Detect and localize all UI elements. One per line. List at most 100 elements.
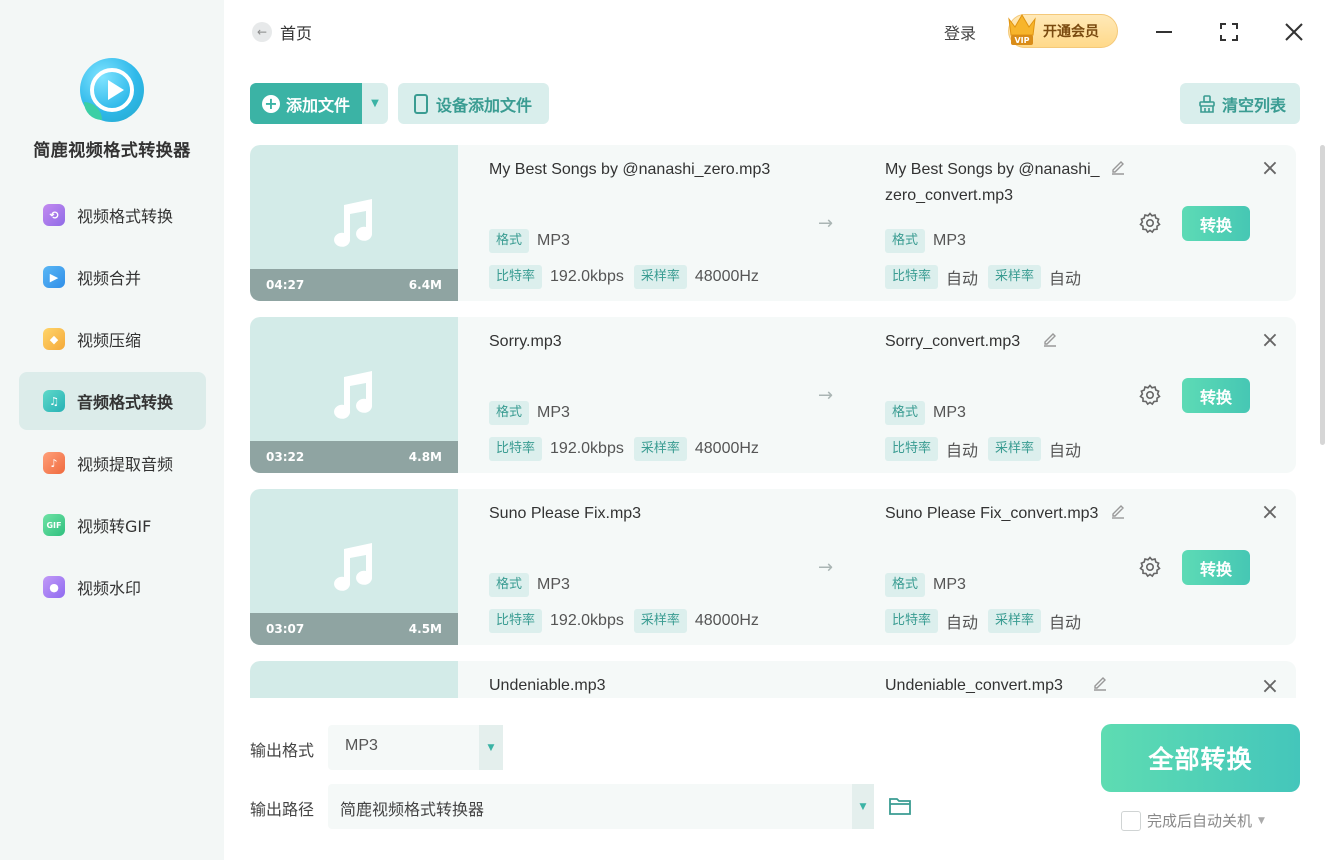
auto-shutdown-checkbox[interactable] [1121, 810, 1141, 831]
bitrate-tag: 比特率 [885, 265, 939, 289]
clear-list-label: 清空列表 [1222, 95, 1287, 115]
edit-pencil-icon[interactable] [1092, 675, 1108, 691]
source-file-name: Sorry.mp3 [489, 333, 562, 350]
video-compress-icon: ◆ [43, 328, 65, 350]
chevron-down-icon[interactable]: ▼ [1258, 816, 1265, 826]
sidebar-item-video-convert[interactable]: ⟲ 视频格式转换 [19, 186, 206, 244]
output-bitrate: 自动 [946, 443, 979, 460]
output-format-label: 输出格式 [250, 741, 315, 760]
sidebar-item-video-gif[interactable]: GIF 视频转GIF [19, 496, 206, 554]
sidebar-item-extract-audio[interactable]: ♪ 视频提取音频 [19, 434, 206, 492]
bitrate-tag: 比特率 [489, 437, 543, 461]
sidebar-item-video-merge[interactable]: ▶ 视频合并 [19, 248, 206, 306]
edit-pencil-icon[interactable] [1110, 503, 1126, 519]
source-samplerate: 48000Hz [694, 440, 759, 457]
samplerate-tag: 采样率 [988, 265, 1042, 289]
samplerate-tag: 采样率 [633, 437, 687, 461]
audio-thumbnail: 03:07 4.5M [250, 489, 458, 645]
source-samplerate: 48000Hz [694, 612, 759, 629]
source-bitrate: 192.0kbps [550, 612, 624, 629]
device-add-file-button[interactable]: 设备添加文件 [398, 83, 549, 124]
sidebar-item-label: 视频压缩 [77, 331, 142, 350]
convert-all-button[interactable]: 全部转换 [1101, 724, 1300, 792]
output-audio-row: 比特率 自动 采样率 自动 [885, 437, 1091, 461]
login-link[interactable]: 登录 [944, 20, 976, 44]
maximize-button[interactable] [1215, 18, 1243, 46]
output-samplerate: 自动 [1049, 271, 1082, 288]
watermark-icon: ● [43, 576, 65, 598]
folder-icon[interactable] [888, 795, 912, 817]
output-file-name[interactable]: Suno Please Fix_convert.mp3 [885, 501, 1107, 527]
output-format-select[interactable]: MP3 ▼ [328, 725, 503, 770]
settings-gear-icon[interactable] [1138, 383, 1162, 407]
output-format: MP3 [933, 404, 966, 421]
sidebar-item-audio-convert[interactable]: ♫ 音频格式转换 [19, 372, 206, 430]
minimize-button[interactable] [1150, 18, 1178, 46]
back-home-link[interactable]: ← 首页 [252, 20, 312, 44]
convert-button[interactable]: 转换 [1182, 206, 1250, 241]
back-label: 首页 [280, 24, 313, 43]
output-file-name[interactable]: Undeniable_convert.mp3 [885, 673, 1107, 698]
source-format: MP3 [537, 576, 570, 593]
format-tag: 格式 [885, 573, 926, 597]
video-convert-icon: ⟲ [43, 204, 65, 226]
crown-icon: VIP [1008, 14, 1036, 45]
audio-thumbnail: 04:27 6.4M [250, 145, 458, 301]
sidebar-item-label: 视频转GIF [77, 517, 152, 536]
bitrate-tag: 比特率 [885, 609, 939, 633]
samplerate-tag: 采样率 [988, 609, 1042, 633]
convert-button[interactable]: 转换 [1182, 378, 1250, 413]
music-note-icon [334, 543, 373, 591]
source-format-row: 格式 MP3 [489, 573, 580, 597]
output-file-name[interactable]: Sorry_convert.mp3 [885, 329, 1107, 355]
back-arrow-icon: ← [252, 22, 272, 42]
output-audio-row: 比特率 自动 采样率 自动 [885, 609, 1091, 633]
add-file-button[interactable]: + 添加文件 [250, 83, 362, 124]
output-samplerate: 自动 [1049, 443, 1082, 460]
output-format-row: 格式 MP3 [885, 229, 976, 253]
add-file-label: 添加文件 [286, 95, 351, 115]
file-size: 4.5M [408, 622, 442, 636]
samplerate-tag: 采样率 [988, 437, 1042, 461]
audio-thumbnail: 03:22 4.8M [250, 317, 458, 473]
bitrate-tag: 比特率 [489, 265, 543, 289]
remove-file-icon[interactable]: × [1260, 676, 1280, 698]
output-format-value: MP3 [345, 737, 378, 754]
auto-shutdown-label: 完成后自动关机 [1147, 812, 1253, 830]
clear-list-button[interactable]: 清空列表 [1180, 83, 1300, 124]
output-file-name[interactable]: My Best Songs by @nanashi_zero_convert.m… [885, 157, 1107, 209]
sidebar-item-label: 视频水印 [77, 579, 142, 598]
settings-gear-icon[interactable] [1138, 211, 1162, 235]
output-audio-row: 比特率 自动 采样率 自动 [885, 265, 1091, 289]
output-format: MP3 [933, 232, 966, 249]
close-window-button[interactable] [1280, 18, 1308, 46]
remove-file-icon[interactable]: × [1260, 502, 1280, 524]
output-path-select[interactable]: 简鹿视频格式转换器 ▼ [328, 784, 874, 829]
edit-pencil-icon[interactable] [1042, 331, 1058, 347]
music-note-icon [334, 199, 373, 247]
remove-file-icon[interactable]: × [1260, 330, 1280, 352]
edit-pencil-icon[interactable] [1110, 159, 1126, 175]
source-format: MP3 [537, 404, 570, 421]
file-card: 03:22 4.8M Sorry.mp3 → 格式 MP3 比特率 192.0kb… [250, 317, 1296, 473]
vip-button[interactable]: VIP 开通会员 [1008, 14, 1118, 48]
arrow-right-icon: → [818, 385, 834, 406]
list-scrollbar[interactable] [1320, 145, 1325, 445]
phone-icon [414, 93, 428, 114]
audio-thumbnail [250, 661, 458, 698]
add-file-dropdown[interactable]: ▼ [362, 83, 388, 124]
sidebar-item-video-compress[interactable]: ◆ 视频压缩 [19, 310, 206, 368]
sidebar-item-label: 音频格式转换 [77, 393, 174, 412]
file-size: 4.8M [408, 450, 442, 464]
format-tag: 格式 [885, 401, 926, 425]
remove-file-icon[interactable]: × [1260, 158, 1280, 180]
duration: 03:22 [266, 450, 305, 464]
settings-gear-icon[interactable] [1138, 555, 1162, 579]
source-file-name: Suno Please Fix.mp3 [489, 505, 642, 522]
sidebar-item-watermark[interactable]: ● 视频水印 [19, 558, 206, 616]
plus-icon: + [262, 94, 280, 113]
output-bitrate: 自动 [946, 271, 979, 288]
auto-shutdown-option[interactable]: 完成后自动关机 ▼ [1121, 810, 1265, 831]
convert-button[interactable]: 转换 [1182, 550, 1250, 585]
format-tag: 格式 [489, 401, 530, 425]
